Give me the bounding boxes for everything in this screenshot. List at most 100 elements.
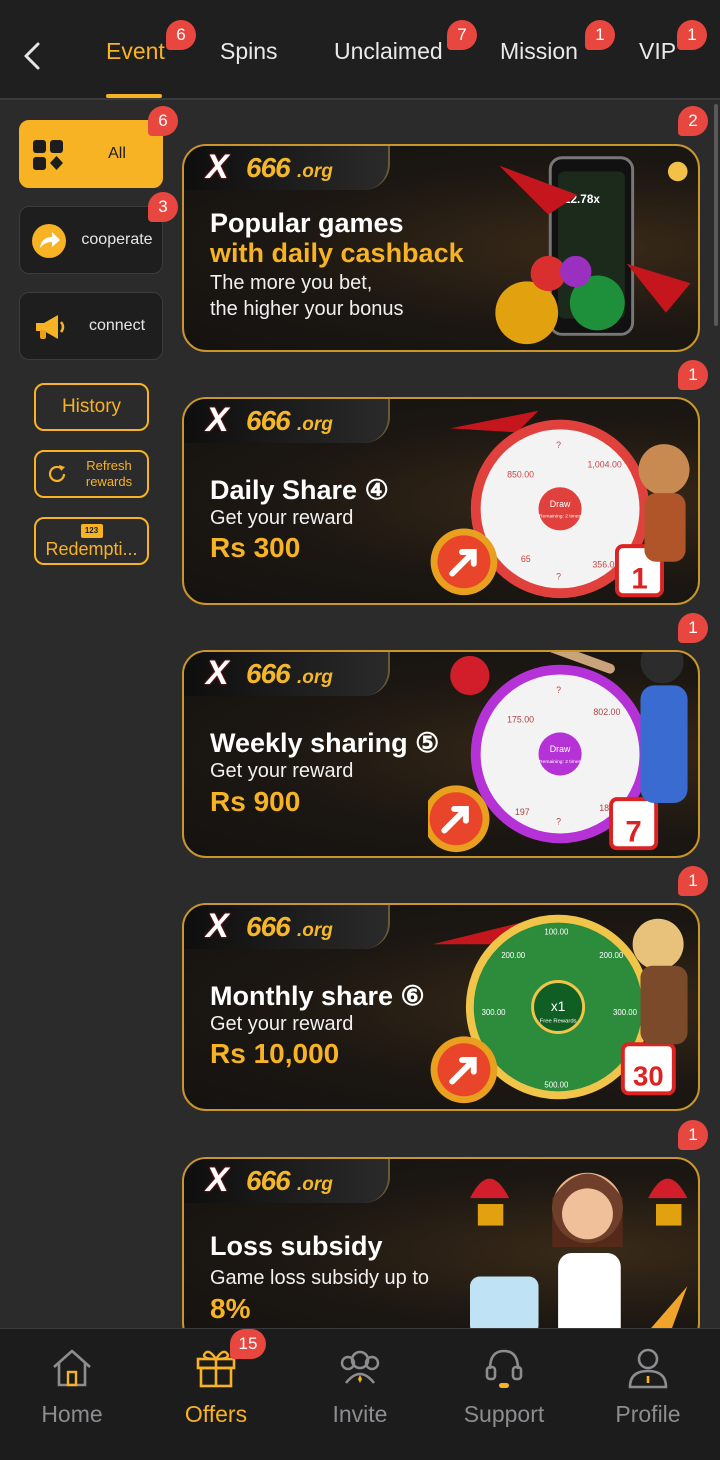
logo-org: .org: [297, 1174, 333, 1195]
brand-logo: X 666 .org: [184, 1159, 390, 1203]
grid-cards-icon: [33, 140, 63, 170]
tab-mission-badge: 1: [585, 20, 615, 50]
card-daily-badge: 1: [678, 360, 708, 390]
promo-card-daily-share[interactable]: X 666 .org Daily Share ④ Get your reward…: [182, 397, 700, 605]
sidebar-item-connect[interactable]: connect: [19, 292, 163, 360]
tab-mission-label: Mission: [500, 38, 578, 64]
wheel-value: 200.00: [599, 951, 624, 960]
card-amount: 8%: [210, 1293, 251, 1324]
nav-item-home[interactable]: Home: [0, 1329, 144, 1460]
wheel-value: 200.00: [501, 951, 526, 960]
card-loss-badge: 1: [678, 1120, 708, 1150]
promo-card-cashback[interactable]: X 666 .org Popular games with daily cash…: [182, 144, 700, 352]
nav-item-profile[interactable]: Profile: [576, 1329, 720, 1460]
wheel-value: 500.00: [544, 1080, 569, 1089]
history-button[interactable]: History: [34, 383, 149, 431]
wheel-value: 65: [521, 554, 531, 564]
prize-wheel-illustration: Draw Remaining: 2 times 175.00 802.00 18…: [428, 652, 688, 853]
logo-org: .org: [297, 667, 333, 688]
bottom-navigation: Home Offers 15 Invite Support Profile: [0, 1328, 720, 1460]
wheel-draw-text: Draw: [550, 499, 571, 509]
calendar-day-text: 7: [625, 815, 641, 848]
tab-vip[interactable]: VIP: [639, 38, 676, 65]
home-icon: [53, 1349, 91, 1387]
promo-card-monthly-share[interactable]: X 666 .org Monthly share ⑥ Get your rewa…: [182, 903, 700, 1111]
megaphone-icon: [36, 315, 65, 339]
card-sub: Get your reward: [210, 1013, 354, 1035]
logo-x: X: [206, 401, 229, 439]
card-title: Loss subsidy: [210, 1231, 383, 1261]
tab-unclaimed-badge: 7: [447, 20, 477, 50]
profile-icon: [628, 1348, 668, 1389]
logo-org: .org: [297, 414, 333, 435]
wheel-value: 300.00: [613, 1008, 638, 1017]
sidebar-item-all[interactable]: All: [19, 120, 163, 188]
refresh-icon: [48, 465, 66, 483]
logo-x: X: [206, 654, 229, 692]
calendar-day-text: 1: [631, 562, 647, 595]
active-tab-indicator: [106, 94, 162, 98]
ticket-icon: 123: [80, 524, 103, 538]
wheel-value: 100.00: [544, 927, 569, 936]
logo-num: 666: [246, 911, 291, 942]
tab-vip-label: VIP: [639, 38, 677, 64]
card-amount: Rs 300: [210, 532, 301, 563]
nav-item-support[interactable]: Support: [432, 1329, 576, 1460]
card-sub: Get your reward: [210, 507, 354, 529]
nav-item-invite[interactable]: Invite: [288, 1329, 432, 1460]
sidebar-item-all-label: All: [108, 145, 126, 162]
nav-support-label: Support: [463, 1401, 545, 1427]
tab-mission[interactable]: Mission: [500, 38, 578, 65]
logo-num: 666: [246, 1165, 291, 1196]
refresh-rewards-button[interactable]: Refresh rewards: [34, 450, 149, 498]
ticket-icon-text: 123: [84, 526, 99, 535]
tab-unclaimed-label: Unclaimed: [334, 38, 443, 64]
logo-num: 666: [246, 152, 291, 183]
scrollbar[interactable]: [714, 104, 718, 326]
nav-offers-badge: 15: [230, 1329, 266, 1359]
history-button-label: History: [61, 396, 122, 417]
tab-event-badge: 6: [166, 20, 196, 50]
wheel-value: ?: [556, 685, 561, 695]
nav-profile-label: Profile: [615, 1401, 681, 1427]
sidebar-item-cooperate[interactable]: cooperate: [19, 206, 163, 274]
card-cashback-badge: 2: [678, 106, 708, 136]
card-sub-line2: the higher your bonus: [210, 298, 404, 320]
calendar-day-text: 30: [633, 1060, 664, 1091]
card-weekly-badge: 1: [678, 613, 708, 643]
card-title: Daily Share ④: [210, 475, 389, 505]
wheel-draw-text: Draw: [550, 744, 571, 754]
tab-unclaimed[interactable]: Unclaimed: [334, 38, 443, 65]
sidebar-item-connect-label: connect: [88, 317, 146, 334]
back-arrow-icon[interactable]: [18, 38, 48, 74]
tab-spins-label: Spins: [220, 38, 278, 64]
wheel-value: ?: [556, 571, 561, 581]
card-sub: Get your reward: [210, 760, 354, 782]
tab-spins[interactable]: Spins: [220, 38, 278, 65]
tab-vip-badge: 1: [677, 20, 707, 50]
card-monthly-badge: 1: [678, 866, 708, 896]
promo-card-weekly-sharing[interactable]: X 666 .org Weekly sharing ⑤ Get your rew…: [182, 650, 700, 858]
brand-logo: X 666 .org: [184, 905, 390, 949]
wheel-center-sub: Free Rewards: [540, 1019, 577, 1025]
top-tab-bar: Event 6 Spins Unclaimed 7 Mission 1 VIP …: [0, 0, 720, 100]
nav-offers-label: Offers: [184, 1401, 248, 1427]
tab-event[interactable]: Event: [106, 38, 165, 65]
wheel-value: ?: [556, 440, 561, 450]
redemption-button[interactable]: 123 Redempti...: [34, 517, 149, 565]
logo-org: .org: [297, 920, 333, 941]
share-arrow-icon: [32, 224, 66, 258]
card-title-line2: with daily cashback: [210, 238, 464, 268]
card-sub: The more you bet,: [210, 272, 373, 294]
wheel-value: 175.00: [507, 715, 534, 725]
sidebar-item-cooperate-label: cooperate: [81, 231, 153, 248]
wheel-value: 197: [515, 807, 530, 817]
nav-item-offers[interactable]: Offers: [144, 1329, 288, 1460]
promo-card-loss-subsidy[interactable]: X 666 .org Loss subsidy Game loss subsid…: [182, 1157, 700, 1347]
wheel-value: 802.00: [593, 707, 620, 717]
card-title: Weekly sharing ⑤: [210, 728, 440, 758]
prize-wheel-illustration: x1 Free Rewards 100.00 200.00 200.00 300…: [430, 914, 688, 1104]
sidebar-all-badge: 6: [148, 106, 178, 136]
brand-logo: X 666 .org: [184, 146, 390, 190]
card-amount: Rs 10,000: [210, 1038, 340, 1069]
